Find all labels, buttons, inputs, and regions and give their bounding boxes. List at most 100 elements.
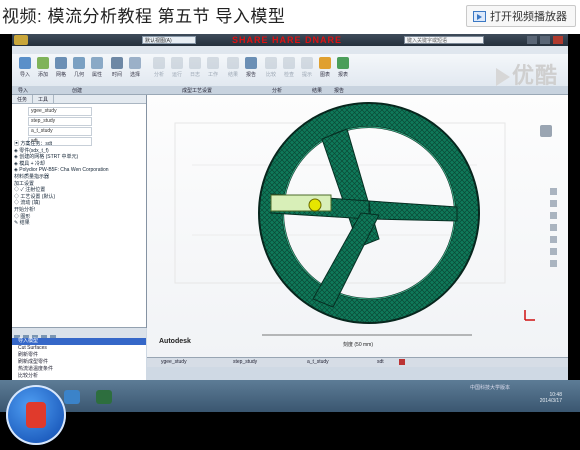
- group-label-import: 导入: [18, 88, 29, 94]
- tree-item[interactable]: ▣ 方案任务：sdt: [14, 141, 109, 148]
- study-tasks-pane: 任务 工具 ygee_study step_study a_t_study sdt…: [12, 95, 147, 328]
- injection-location-icon[interactable]: [308, 198, 322, 212]
- tree-item[interactable]: 材料质量指示器: [14, 174, 109, 181]
- nav-tool-icon[interactable]: [550, 188, 557, 195]
- open-player-button[interactable]: 打开视频播放器: [466, 5, 576, 27]
- study-tab[interactable]: a_t_study: [307, 359, 329, 365]
- view-selector[interactable]: 默认视图(A): [142, 36, 196, 44]
- tab-tools-pane[interactable]: 工具: [33, 95, 55, 104]
- ribbon-tool-icon: [245, 57, 257, 69]
- log-line[interactable]: 刷新零件: [12, 352, 146, 359]
- log-line[interactable]: Cut Surfaces: [12, 345, 146, 352]
- ribbon-button-label: 选择: [129, 72, 140, 78]
- ribbon-tool-icon: [337, 57, 349, 69]
- log-line[interactable]: 热流道温度条件: [12, 366, 146, 373]
- ribbon-button-label: 报告: [245, 72, 256, 78]
- ribbon-button[interactable]: 时间: [108, 57, 126, 78]
- ribbon-button[interactable]: 添加: [34, 57, 52, 78]
- ribbon-button[interactable]: 分析: [150, 57, 168, 78]
- group-label-process: 成型工艺设置: [182, 88, 213, 94]
- ribbon-button[interactable]: 几何: [70, 57, 88, 78]
- study-item[interactable]: ygee_study: [28, 107, 92, 116]
- group-label-create: 创建: [72, 88, 83, 94]
- model-viewport[interactable]: Autodesk 刻度 (50 mm): [147, 95, 568, 357]
- help-search-input[interactable]: 键入关键字或短语: [404, 36, 484, 44]
- ribbon-button-label: 提示: [301, 72, 312, 78]
- group-label-report: 报告: [334, 88, 345, 94]
- tree-item[interactable]: ✎ 结果: [14, 220, 109, 227]
- tree-item[interactable]: ◈ Polydior PW-B5F: Cha Wen Corporation: [14, 167, 109, 174]
- ribbon-tool-icon: [111, 57, 123, 69]
- ribbon-button-label: 分析: [153, 72, 164, 78]
- nav-tool-icon[interactable]: [550, 248, 557, 255]
- model-canvas[interactable]: Autodesk 刻度 (50 mm): [147, 95, 568, 357]
- ribbon-tool-icon: [265, 57, 277, 69]
- ribbon-button-label: 时间: [111, 72, 122, 78]
- system-tray: 10:48 2014/3/17: [540, 392, 562, 404]
- tree-item[interactable]: ◈ 创建的网格 (STRT 中单元): [14, 154, 109, 161]
- ribbon-tool-icon: [91, 57, 103, 69]
- steering-wheel-model[interactable]: [258, 102, 480, 324]
- taskbar-app-icon[interactable]: [64, 390, 80, 404]
- ribbon-button-label: 检查: [283, 72, 294, 78]
- tree-item[interactable]: ◇ ✓ 注射位置: [14, 187, 109, 194]
- group-label-results: 结果: [312, 88, 323, 94]
- ribbon-button-label: 日志: [189, 72, 200, 78]
- open-player-label: 打开视频播放器: [490, 11, 567, 23]
- nav-tool-icon[interactable]: [550, 260, 557, 267]
- ribbon-tool-icon: [189, 57, 201, 69]
- group-label-analysis: 分析: [272, 88, 283, 94]
- ribbon-button[interactable]: 运行: [168, 57, 186, 78]
- app-logo-icon[interactable]: [14, 35, 28, 45]
- minimize-icon[interactable]: [527, 36, 537, 44]
- study-item[interactable]: a_t_study: [28, 127, 92, 136]
- ribbon-button-label: 网格: [55, 72, 66, 78]
- nav-tool-icon[interactable]: [550, 212, 557, 219]
- nav-tool-icon[interactable]: [550, 200, 557, 207]
- close-study-icon[interactable]: [399, 359, 405, 365]
- ribbon-button[interactable]: 报表: [334, 57, 352, 78]
- study-item[interactable]: step_study: [28, 117, 92, 126]
- play-icon: [495, 68, 510, 87]
- ribbon-button[interactable]: 结果: [224, 57, 242, 78]
- close-icon[interactable]: [553, 36, 563, 44]
- ribbon-button-label: 运行: [171, 72, 182, 78]
- ribbon-button-label: 添加: [37, 72, 48, 78]
- ribbon-button-label: 结果: [227, 72, 238, 78]
- log-line[interactable]: 刷新成型零件: [12, 359, 146, 366]
- log-line[interactable]: 导入模型: [12, 338, 146, 345]
- log-toolbar: [12, 327, 146, 341]
- ribbon-button-label: 报表: [337, 72, 348, 78]
- tab-tasks[interactable]: 任务: [12, 95, 34, 104]
- ribbon-button-label: 比较: [265, 72, 276, 78]
- ribbon-button[interactable]: 比较: [262, 57, 280, 78]
- ribbon-button[interactable]: 属性: [88, 57, 106, 78]
- ribbon-button[interactable]: 选择: [126, 57, 144, 78]
- viewcube-icon[interactable]: [540, 125, 552, 137]
- study-tab[interactable]: step_study: [233, 359, 257, 365]
- log-line[interactable]: 比较分析: [12, 373, 146, 380]
- nav-tool-icon[interactable]: [550, 236, 557, 243]
- ribbon-button[interactable]: 网格: [52, 57, 70, 78]
- ribbon-button[interactable]: 报告: [242, 57, 260, 78]
- tree-item[interactable]: 开始分析!: [14, 207, 109, 214]
- ribbon-tool-icon: [227, 57, 239, 69]
- ribbon-tool-icon: [19, 57, 31, 69]
- study-tab[interactable]: ygee_study: [161, 359, 187, 365]
- ribbon-button[interactable]: 提示: [298, 57, 316, 78]
- ribbon-button-label: 几何: [73, 72, 84, 78]
- video-player-icon: [473, 10, 486, 22]
- tree-item[interactable]: ◈ 模具 + 冷却: [14, 161, 109, 168]
- ribbon-button[interactable]: 图表: [316, 57, 334, 78]
- tree-item[interactable]: ◇ 流动 (填): [14, 200, 109, 207]
- ribbon-button-label: 属性: [91, 72, 102, 78]
- ribbon-button[interactable]: 工作: [204, 57, 222, 78]
- ribbon-button[interactable]: 检查: [280, 57, 298, 78]
- maximize-icon[interactable]: [540, 36, 550, 44]
- taskbar-app-icon[interactable]: [96, 390, 112, 404]
- ribbon-button[interactable]: 导入: [16, 57, 34, 78]
- ribbon-tool-icon: [55, 57, 67, 69]
- ribbon-button[interactable]: 日志: [186, 57, 204, 78]
- study-tab[interactable]: sdt: [377, 359, 384, 365]
- nav-tool-icon[interactable]: [550, 224, 557, 231]
